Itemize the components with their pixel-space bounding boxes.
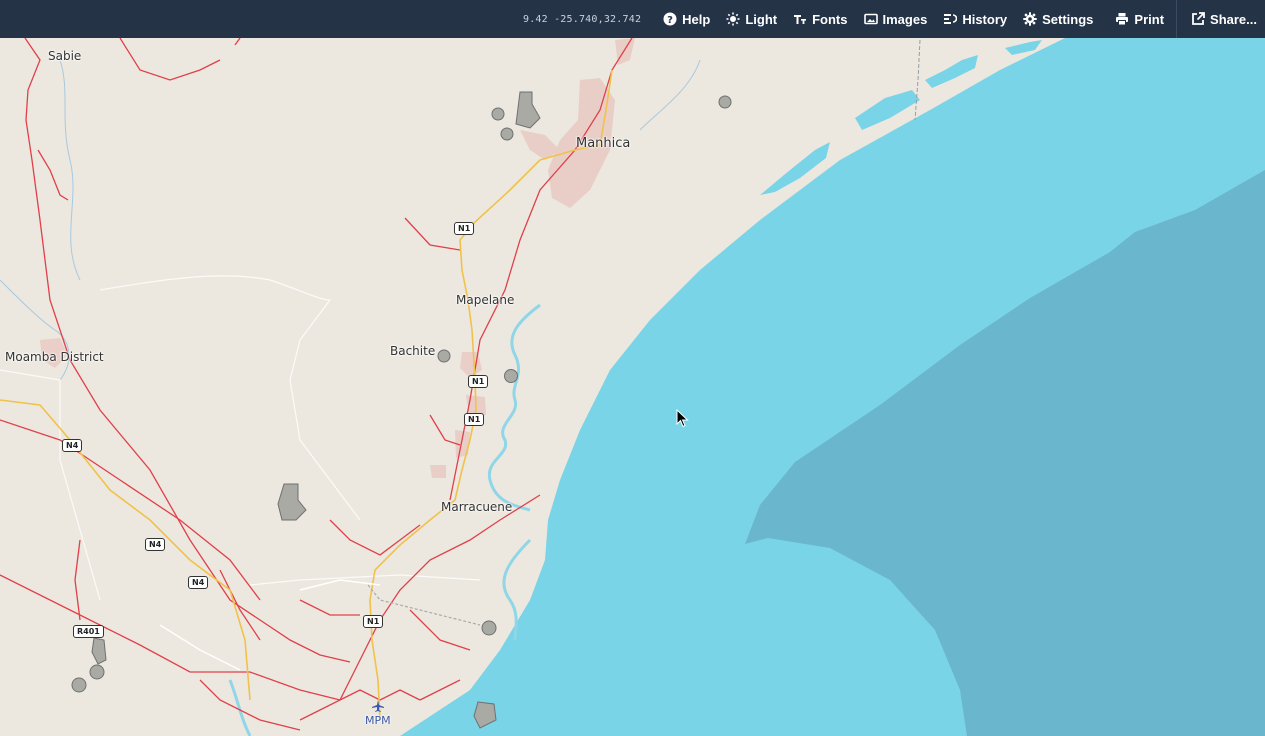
toolbar: 9.42 -25.740,32.742 ? Help Light Fonts I… [0, 0, 1265, 38]
place-label-manhica: Manhica [576, 136, 631, 151]
images-label: Images [882, 11, 928, 27]
road-shield-n4: N4 [145, 538, 166, 551]
road-shield-n4: N4 [188, 576, 209, 589]
sun-icon [726, 12, 740, 26]
place-label-moamba: Moamba District [5, 350, 104, 364]
image-icon [863, 12, 878, 26]
gear-icon [1023, 12, 1037, 26]
place-label-bachite: Bachite [390, 344, 436, 358]
settings-button[interactable]: Settings [1015, 0, 1101, 38]
share-button[interactable]: Share... [1176, 0, 1265, 38]
map-layer [0, 38, 1265, 736]
history-label: History [962, 11, 1008, 27]
coordinates-readout: 9.42 -25.740,32.742 [522, 13, 642, 25]
road-shield-n4: N4 [62, 439, 83, 452]
airport-label: MPM [365, 714, 391, 727]
road-shield-n1: N1 [464, 413, 485, 426]
road-shield-n1: N1 [454, 222, 475, 235]
share-icon [1191, 12, 1205, 26]
help-button[interactable]: ? Help [655, 0, 718, 38]
images-button[interactable]: Images [856, 0, 936, 38]
place-label-mapelane: Mapelane [456, 293, 515, 307]
toolbar-items: 9.42 -25.740,32.742 ? Help Light Fonts I… [523, 0, 1265, 38]
place-label-marracuene: Marracuene [441, 500, 513, 514]
print-label: Print [1134, 11, 1165, 27]
svg-text:?: ? [667, 15, 673, 26]
place-label-sabie: Sabie [48, 49, 82, 63]
history-button[interactable]: History [935, 0, 1015, 38]
share-label: Share... [1210, 11, 1257, 27]
fonts-icon [793, 12, 807, 26]
light-button[interactable]: Light [718, 0, 785, 38]
road-shield-r401: R401 [73, 625, 104, 638]
fonts-label: Fonts [812, 11, 848, 27]
fonts-button[interactable]: Fonts [785, 0, 855, 38]
light-label: Light [745, 11, 778, 27]
print-button[interactable]: Print [1101, 0, 1172, 38]
road-shield-n1: N1 [363, 615, 384, 628]
help-icon: ? [663, 12, 677, 26]
help-label: Help [682, 11, 711, 27]
history-icon [943, 12, 958, 26]
road-shield-n1: N1 [468, 375, 489, 388]
map-canvas[interactable]: Sabie Manhica Mapelane Moamba District B… [0, 38, 1265, 736]
print-icon [1115, 12, 1129, 26]
settings-label: Settings [1042, 11, 1094, 27]
